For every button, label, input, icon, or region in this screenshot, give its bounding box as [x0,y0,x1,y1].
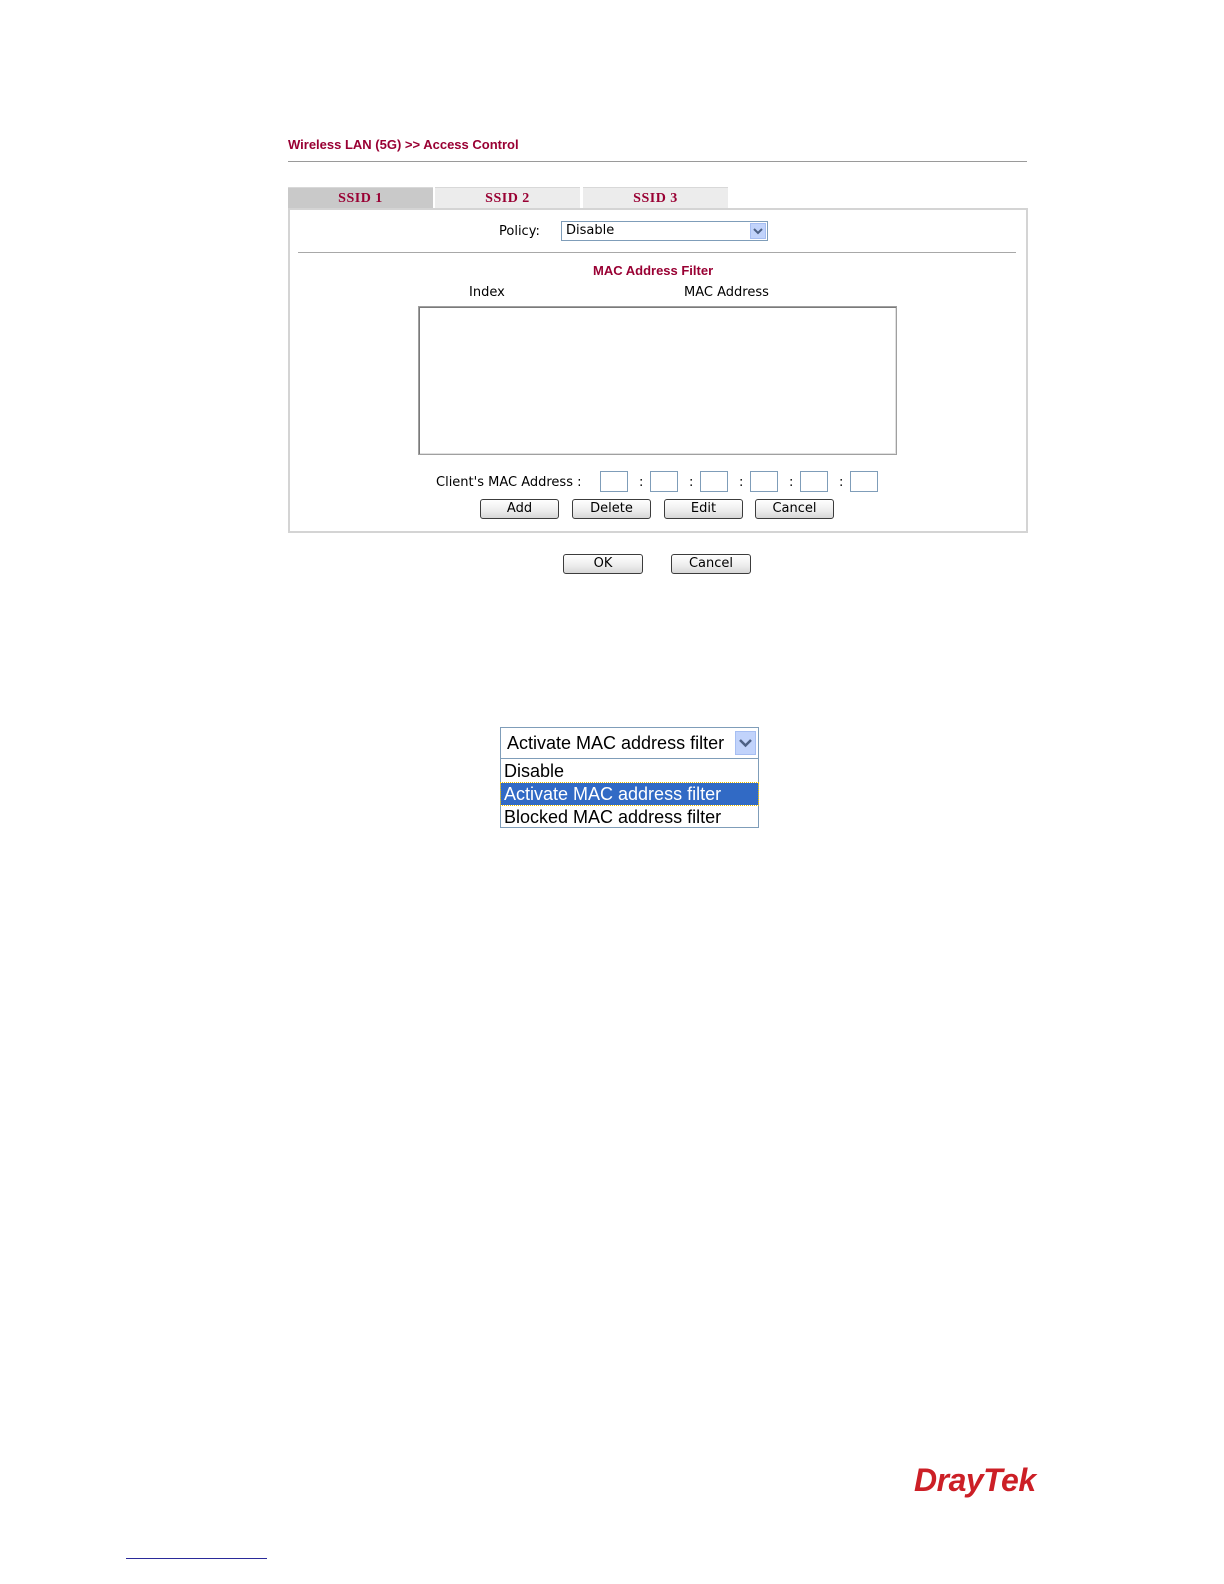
tab-ssid-2[interactable]: SSID 2 [435,187,580,209]
breadcrumb: Wireless LAN (5G) >> Access Control [288,137,519,152]
mac-octet-input-1[interactable] [600,471,628,492]
mac-octet-input-6[interactable] [850,471,878,492]
edit-button[interactable]: Edit [664,499,743,519]
column-header-index: Index [469,285,505,300]
tab-ssid-1[interactable]: SSID 1 [288,187,433,209]
footnote-divider [126,1558,267,1559]
mac-octet-input-4[interactable] [750,471,778,492]
policy-dropdown-header[interactable]: Activate MAC address filter [501,728,758,759]
mac-address-list[interactable] [418,306,897,455]
policy-option-activate[interactable]: Activate MAC address filter [500,782,759,806]
client-mac-label: Client's MAC Address : [436,475,582,490]
chevron-down-icon[interactable] [735,731,756,755]
policy-select-value: Disable [566,223,615,238]
draytek-logo: DrayTek [914,1462,1036,1498]
mac-separator: : [739,475,744,490]
cancel-filter-button[interactable]: Cancel [755,499,834,519]
mac-separator: : [689,475,694,490]
column-header-mac-address: MAC Address [684,285,769,300]
delete-button[interactable]: Delete [572,499,651,519]
policy-dropdown-selected: Activate MAC address filter [507,733,725,753]
mac-separator: : [839,475,844,490]
policy-option-disable[interactable]: Disable [501,760,758,782]
add-button[interactable]: Add [480,499,559,519]
policy-label: Policy: [499,224,540,239]
mac-separator: : [639,475,644,490]
mac-separator: : [789,475,794,490]
ok-button[interactable]: OK [563,554,643,574]
mac-filter-title: MAC Address Filter [593,263,714,278]
policy-select[interactable]: Disable [561,221,768,241]
cancel-button[interactable]: Cancel [671,554,751,574]
panel-divider [298,252,1016,253]
policy-option-blocked[interactable]: Blocked MAC address filter [501,806,758,828]
breadcrumb-divider [288,161,1027,162]
chevron-down-icon[interactable] [750,223,766,239]
tab-ssid-3[interactable]: SSID 3 [583,187,728,209]
mac-octet-input-5[interactable] [800,471,828,492]
policy-dropdown-expanded[interactable]: Activate MAC address filter Disable Acti… [500,727,759,828]
mac-octet-input-2[interactable] [650,471,678,492]
mac-octet-input-3[interactable] [700,471,728,492]
